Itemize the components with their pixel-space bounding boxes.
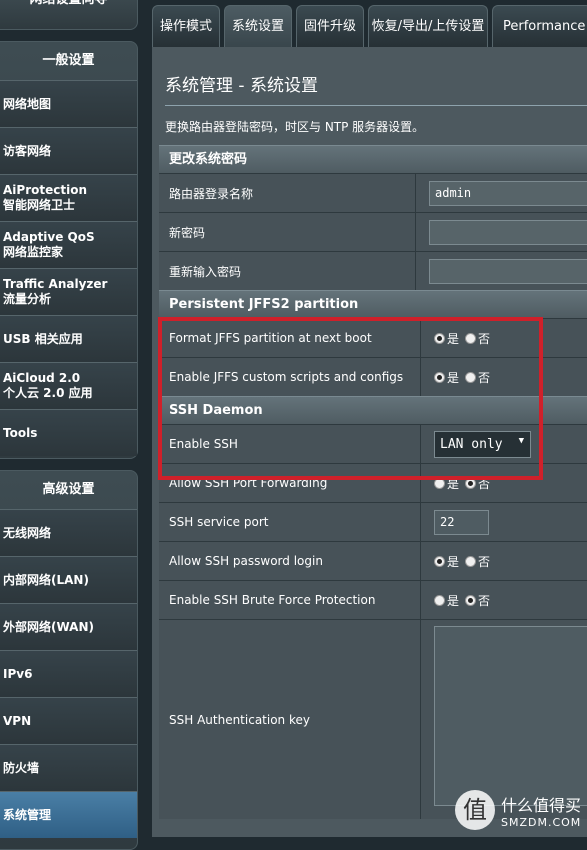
sidebar-item-wireless[interactable]: 无线网络 — [0, 509, 137, 556]
login-name-label: 路由器登录名称 — [159, 174, 416, 212]
new-password-input[interactable] — [429, 219, 587, 245]
sidebar-item-aicloud[interactable]: AiCloud 2.0 个人云 2.0 应用 — [0, 362, 137, 409]
row-new-password: 新密码 — [159, 212, 587, 251]
ssh-password-login-no-radio[interactable]: 否 — [465, 553, 490, 570]
sidebar-item-lan[interactable]: 内部网络(LAN) — [0, 556, 137, 603]
ssh-auth-key-label: SSH Authentication key — [159, 620, 421, 819]
highlight-annotation-box — [158, 317, 543, 480]
sidebar-item-guest-network[interactable]: 访客网络 — [0, 127, 137, 174]
ssh-port-label: SSH service port — [159, 503, 421, 541]
sidebar-top-partial[interactable]: 网络设置向导 — [0, 0, 138, 30]
sidebar-group-general-header: 一般设置 — [42, 53, 95, 68]
row-login-name: 路由器登录名称 admin — [159, 173, 587, 212]
sidebar-item-tools[interactable]: Tools — [0, 409, 137, 456]
sidebar-item-usb[interactable]: USB 相关应用 — [0, 315, 137, 362]
ssh-password-login-yes-radio[interactable]: 是 — [434, 553, 459, 570]
tab-operation-mode[interactable]: 操作模式 — [152, 5, 220, 47]
new-password-label: 新密码 — [159, 213, 416, 251]
login-name-input[interactable]: admin — [429, 180, 587, 206]
tab-bar: 操作模式 系统设置 固件升级 恢复/导出/上传设置 Performance t — [152, 5, 587, 47]
row-ssh-port: SSH service port 22 — [159, 502, 587, 541]
ssh-password-login-label: Allow SSH password login — [159, 542, 421, 580]
sidebar-group-advanced: 高级设置 无线网络 内部网络(LAN) 外部网络(WAN) IPv6 VPN 防… — [0, 470, 138, 850]
sidebar: 网络设置向导 一般设置 网络地图 访客网络 AiProtection智能网络卫士… — [0, 0, 140, 850]
sidebar-item-wan[interactable]: 外部网络(WAN) — [0, 603, 137, 650]
sidebar-item-ipv6[interactable]: IPv6 — [0, 650, 137, 697]
sidebar-item-administration[interactable]: 系统管理 — [0, 791, 137, 838]
sidebar-item-network-map[interactable]: 网络地图 — [0, 80, 137, 127]
retype-password-label: 重新输入密码 — [159, 252, 416, 290]
watermark-line2: SMZDM.COM — [501, 815, 582, 829]
sidebar-group-general: 一般设置 网络地图 访客网络 AiProtection 智能网络卫士 Adapti… — [0, 41, 138, 459]
tab-system[interactable]: 系统设置 — [224, 5, 292, 47]
radio-selected-icon — [434, 555, 445, 567]
sidebar-group-advanced-header: 高级设置 — [42, 482, 95, 497]
watermark: 值 什么值得买 SMZDM.COM — [455, 790, 581, 830]
page-title: 系统管理 - 系统设置 — [165, 76, 318, 96]
watermark-line1: 什么值得买 — [501, 795, 582, 815]
quick-setup-label: 网络设置向导 — [0, 0, 137, 15]
ssh-brute-force-yes-radio[interactable]: 是 — [434, 592, 459, 609]
sidebar-item-traffic-analyzer[interactable]: Traffic Analyzer 流量分析 — [0, 268, 137, 315]
section-header-password: 更改系统密码 — [159, 145, 587, 173]
radio-empty-icon — [434, 594, 445, 606]
radio-empty-icon — [465, 555, 477, 567]
sidebar-item-firewall[interactable]: 防火墙 — [0, 744, 137, 791]
title-divider — [165, 105, 587, 106]
tab-firmware-upgrade[interactable]: 固件升级 — [296, 5, 364, 47]
section-header-jffs: Persistent JFFS2 partition — [159, 290, 587, 318]
page-description: 更换路由器登陆密码，时区与 NTP 服务器设置。 — [165, 120, 425, 134]
ssh-brute-force-label: Enable SSH Brute Force Protection — [159, 581, 421, 619]
row-ssh-brute-force: Enable SSH Brute Force Protection 是 否 — [159, 580, 587, 619]
row-ssh-auth-key: SSH Authentication key — [159, 619, 587, 819]
sidebar-item-aiprotection[interactable]: AiProtection 智能网络卫士 — [0, 174, 137, 221]
tab-restore-save-upload[interactable]: 恢复/导出/上传设置 — [368, 5, 488, 47]
sidebar-item-adaptive-qos[interactable]: Adaptive QoS 网络监控家 — [0, 221, 137, 268]
smzdm-logo-icon: 值 — [455, 790, 495, 830]
ssh-port-input[interactable]: 22 — [434, 509, 489, 535]
radio-selected-icon — [465, 594, 477, 606]
tab-performance-tuning[interactable]: Performance t — [492, 5, 587, 47]
row-retype-password: 重新输入密码 — [159, 251, 587, 290]
retype-password-input[interactable] — [429, 258, 587, 284]
sidebar-item-vpn[interactable]: VPN — [0, 697, 137, 744]
ssh-auth-key-textarea[interactable] — [434, 626, 587, 806]
settings-form: 更改系统密码 路由器登录名称 admin 新密码 重新输入密码 Persiste… — [159, 145, 587, 819]
row-ssh-password-login: Allow SSH password login 是 否 — [159, 541, 587, 580]
ssh-brute-force-no-radio[interactable]: 否 — [465, 592, 490, 609]
